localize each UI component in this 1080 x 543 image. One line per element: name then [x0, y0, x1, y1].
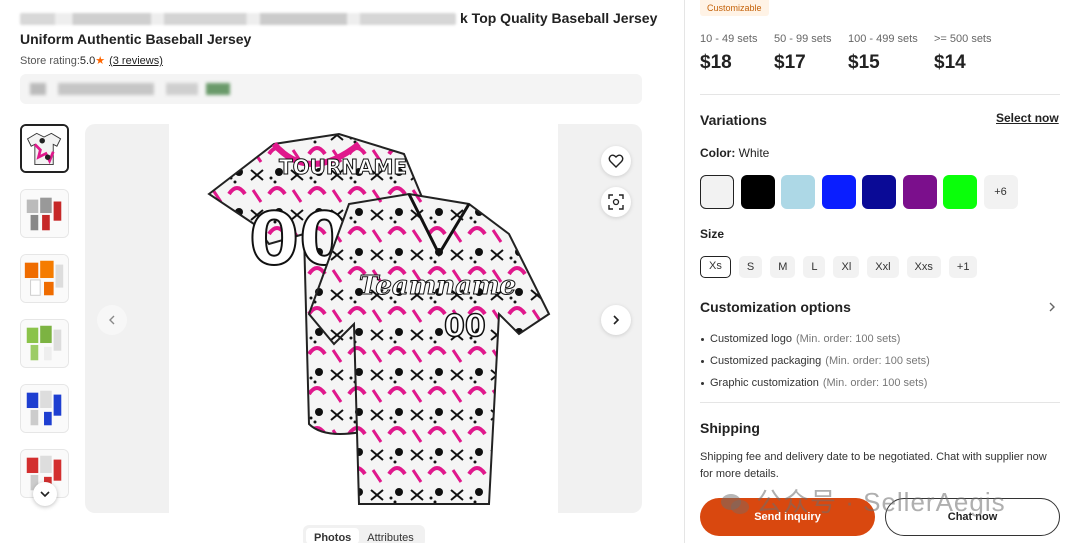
size-label: Size — [700, 227, 725, 241]
customization-list: Customized logo (Min. order: 100 sets) Cu… — [700, 328, 930, 394]
chevron-right-icon — [613, 315, 620, 325]
customization-expand-button[interactable] — [1046, 300, 1058, 319]
panel-divider — [684, 0, 685, 543]
svg-text:Teamname: Teamname — [359, 271, 516, 301]
chevron-left-icon — [109, 315, 115, 325]
store-rating: Store rating:5.0★ (3 reviews) — [20, 55, 163, 67]
list-item: Graphic customization (Min. order: 100 se… — [700, 372, 930, 394]
color-swatch-navy[interactable] — [862, 175, 896, 209]
chevron-down-icon — [40, 491, 50, 498]
size-option-xxs[interactable]: Xxs — [906, 256, 941, 278]
size-option-xl[interactable]: Xl — [833, 256, 860, 278]
color-swatch-purple[interactable] — [902, 175, 937, 209]
gallery-tabs: Photos Attributes — [303, 525, 425, 543]
price-tier: 10 - 49 sets $18 — [700, 33, 758, 73]
more-sizes-button[interactable]: +1 — [948, 256, 978, 278]
shipping-title: Shipping — [700, 420, 760, 436]
tab-photos[interactable]: Photos — [306, 528, 360, 543]
chevron-right-icon — [1049, 302, 1055, 312]
more-colors-button[interactable]: +6 — [983, 175, 1018, 209]
color-swatches: +6 — [700, 175, 1024, 209]
rating-value: 5.0 — [79, 55, 96, 67]
price-tier: >= 500 sets $14 — [934, 33, 992, 73]
size-option-l[interactable]: L — [803, 256, 826, 278]
thumbnail-5[interactable] — [20, 384, 69, 433]
image-search-button[interactable] — [601, 187, 631, 217]
size-options: Xs S M L Xl Xxl Xxs +1 — [700, 256, 985, 278]
section-divider — [700, 402, 1060, 403]
select-now-link[interactable]: Select now — [996, 111, 1059, 125]
list-item: Customized logo (Min. order: 100 sets) — [700, 328, 930, 350]
reviews-link[interactable]: (3 reviews) — [109, 55, 163, 67]
color-swatch-white[interactable] — [700, 175, 734, 209]
supplier-info-bar[interactable] — [20, 74, 642, 104]
customization-title[interactable]: Customization options — [700, 299, 851, 315]
thumbnail-2[interactable] — [20, 189, 69, 238]
color-label: Color: White — [700, 146, 770, 160]
size-option-xs[interactable]: Xs — [700, 256, 731, 278]
thumbnails-scroll-down-button[interactable] — [33, 482, 57, 506]
price-tier: 100 - 499 sets $15 — [848, 33, 918, 73]
favorite-button[interactable] — [601, 146, 631, 176]
svg-text:00: 00 — [444, 309, 486, 344]
thumbnail-3[interactable] — [20, 254, 69, 303]
svg-text:TOURNAME: TOURNAME — [279, 155, 407, 179]
list-item: Customized packaging (Min. order: 100 set… — [700, 350, 930, 372]
color-swatch-light-blue[interactable] — [781, 175, 815, 209]
previous-image-button[interactable] — [97, 305, 127, 335]
blurred-title-text — [20, 13, 456, 26]
wechat-icon — [721, 494, 749, 515]
product-title: k Top Quality Baseball Jersey Uniform Au… — [20, 10, 658, 47]
price-tiers: 10 - 49 sets $18 50 - 99 sets $17 100 - 49… — [700, 33, 1008, 74]
tab-attributes[interactable]: Attributes — [359, 528, 421, 543]
star-icon: ★ — [95, 55, 106, 67]
color-swatch-black[interactable] — [740, 175, 775, 209]
color-swatch-blue[interactable] — [821, 175, 856, 209]
main-image-gallery: TOURNAME 00 Teamname 00 — [85, 124, 642, 513]
size-option-xxl[interactable]: Xxl — [867, 256, 899, 278]
customizable-badge: Customizable — [700, 0, 769, 16]
next-image-button[interactable] — [601, 305, 631, 335]
shipping-description: Shipping fee and delivery date to be neg… — [700, 451, 1047, 480]
size-option-s[interactable]: S — [738, 256, 763, 278]
thumbnail-strip — [20, 124, 70, 514]
thumbnail-4[interactable] — [20, 319, 69, 368]
scan-icon — [608, 194, 624, 210]
color-swatch-green[interactable] — [943, 175, 977, 209]
heart-icon — [608, 154, 624, 168]
main-product-image: TOURNAME 00 Teamname 00 — [169, 124, 558, 513]
product-page: k Top Quality Baseball Jersey Uniform Au… — [0, 0, 1080, 543]
blurred-supplier-text — [30, 83, 230, 95]
watermark: 公众号 · SellerAegis — [720, 482, 1006, 519]
section-divider — [700, 94, 1060, 95]
size-option-m[interactable]: M — [770, 256, 796, 278]
price-tier: 50 - 99 sets $17 — [774, 33, 832, 73]
thumbnail-1[interactable] — [20, 124, 69, 173]
variations-title: Variations — [700, 112, 767, 128]
